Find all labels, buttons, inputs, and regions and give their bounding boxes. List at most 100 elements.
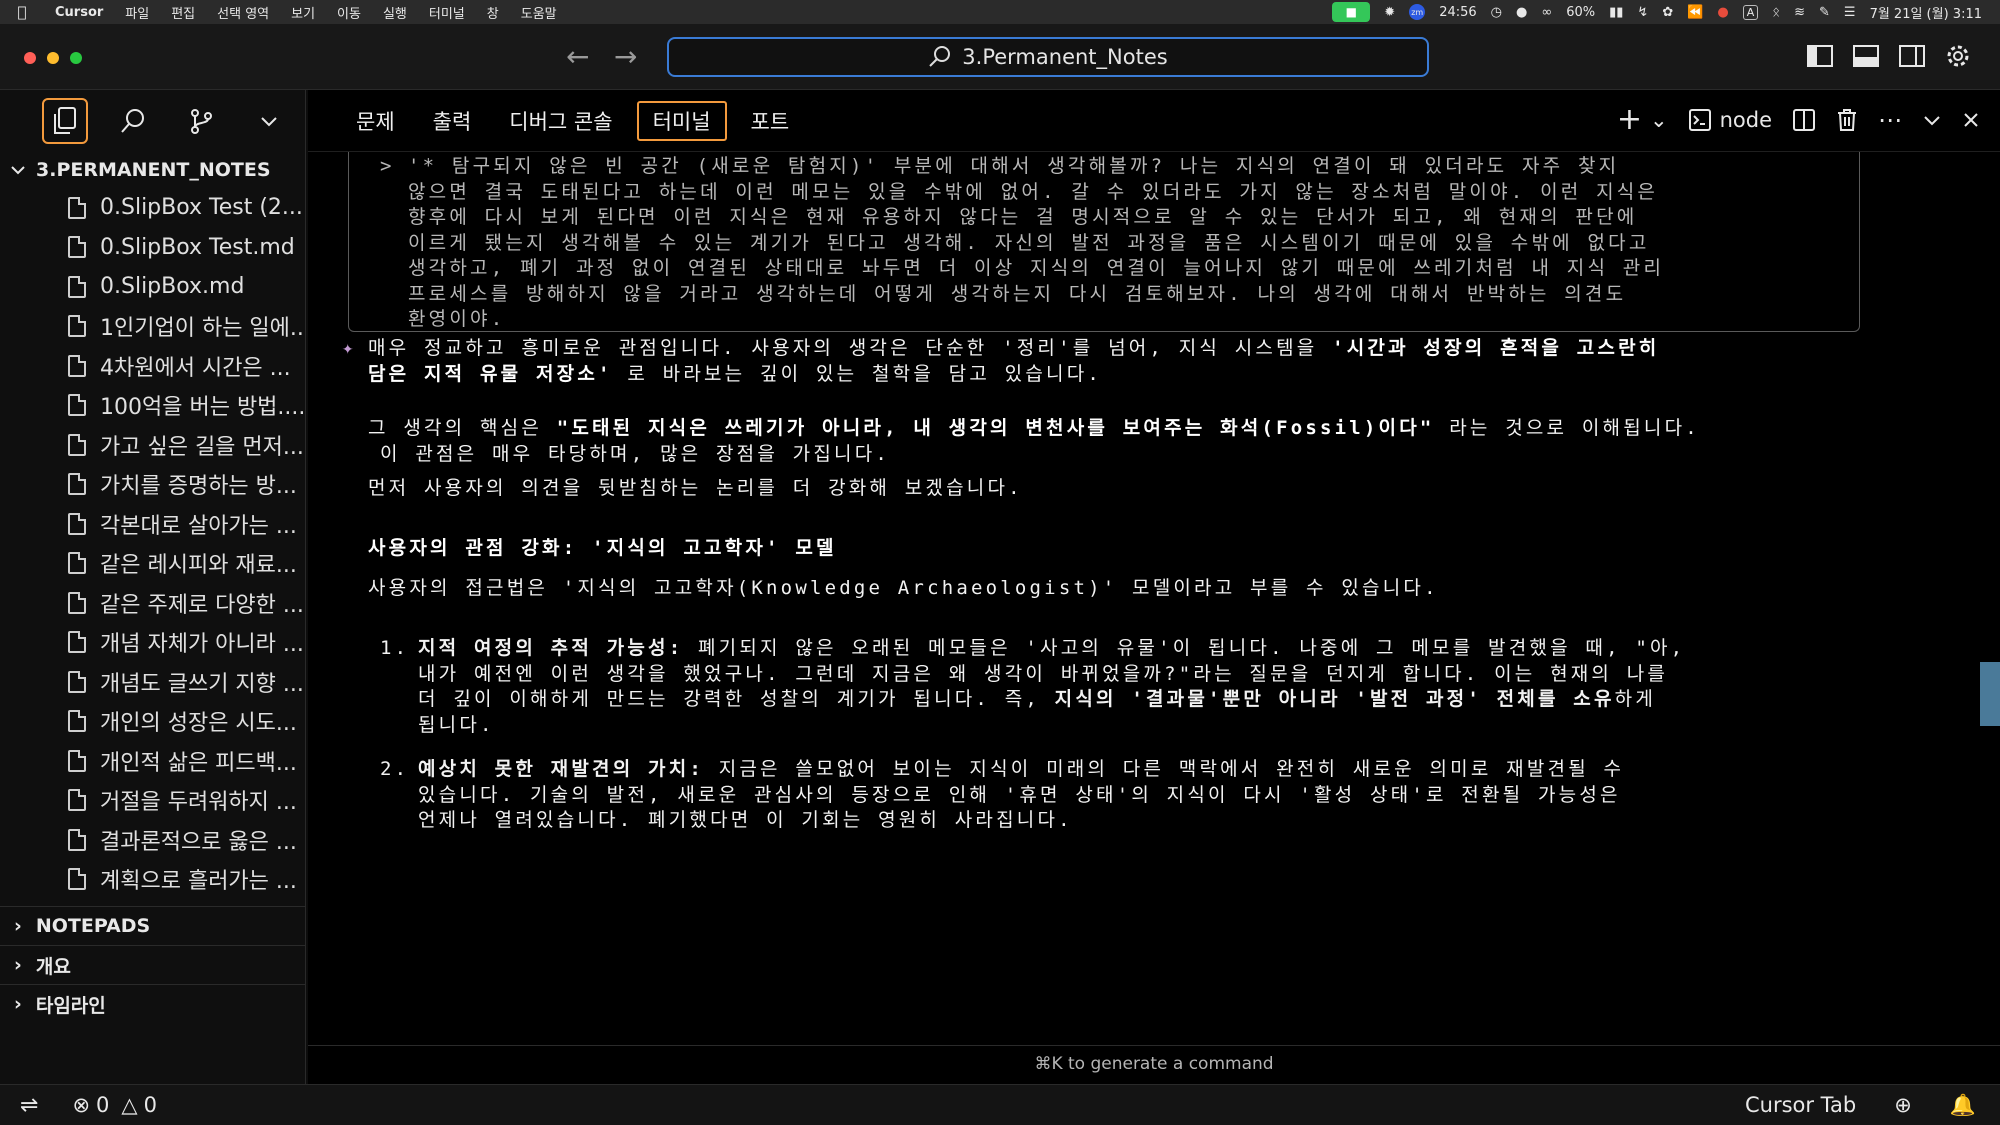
file-item[interactable]: 각본대로 살아가는 ...	[0, 504, 305, 544]
file-icon	[68, 868, 86, 891]
quote-line: 이르게 됐는지 생각해볼 수 있는 계기가 된다고 생각해. 자신의 발전 과정…	[408, 231, 1650, 254]
notifications-bell-icon[interactable]: 🔔	[1950, 1093, 1976, 1118]
file-item[interactable]: 가치를 증명하는 방...	[0, 465, 305, 505]
screen-record-icon[interactable]: ■	[1332, 2, 1371, 22]
file-item[interactable]: 같은 주제로 다양한 ...	[0, 583, 305, 623]
toggle-panel-icon[interactable]	[1852, 42, 1880, 70]
terminal-scrollbar[interactable]	[1980, 662, 2000, 726]
tab-problems[interactable]: 문제	[342, 101, 409, 141]
quote-line: 프로세스를 방해하지 않을 거라고 생각하는데 어떻게 생각하는지 다시 검토해…	[408, 282, 1627, 305]
file-name: 각본대로 살아가는 ...	[100, 513, 297, 539]
menu-go[interactable]: 이동	[326, 3, 372, 22]
section-timeline[interactable]: › 타임라인	[0, 984, 305, 1023]
more-actions-icon[interactable]: ⋯	[1878, 106, 1902, 134]
tab-ports[interactable]: 포트	[737, 101, 804, 141]
search-icon	[121, 109, 144, 133]
timer-icon[interactable]: ◷	[1491, 5, 1502, 20]
menu-edit[interactable]: 편집	[160, 3, 206, 22]
file-item[interactable]: 개념 자체가 아니라 ...	[0, 623, 305, 663]
minimize-window-button[interactable]	[47, 52, 59, 64]
menu-window[interactable]: 창	[476, 3, 510, 22]
menubar-date: 7월 21일 (월) 3:11	[1869, 6, 1982, 22]
close-panel-icon[interactable]	[1962, 111, 1980, 129]
tab-terminal[interactable]: 터미널	[636, 100, 727, 141]
zoom-icon[interactable]: zm	[1409, 4, 1426, 20]
maximize-panel-chevron-icon[interactable]	[1922, 113, 1942, 127]
file-item[interactable]: 거절을 두려워하지 ...	[0, 781, 305, 821]
apple-menu-icon[interactable]: 	[0, 3, 44, 21]
openai-icon[interactable]: ✿	[1662, 5, 1673, 20]
settings-gear-icon[interactable]	[1944, 42, 1972, 70]
tab-output[interactable]: 출력	[419, 101, 486, 141]
wifi-icon[interactable]: ≋	[1794, 5, 1805, 20]
file-item[interactable]: 0.SlipBox Test (2...	[0, 188, 305, 228]
folder-header[interactable]: 3.PERMANENT_NOTES	[0, 152, 305, 188]
section-outline[interactable]: › 개요	[0, 945, 305, 984]
zoom-in-icon[interactable]: ⊕	[1894, 1093, 1912, 1117]
toggle-secondary-sidebar-icon[interactable]	[1898, 42, 1926, 70]
search-tab[interactable]	[110, 98, 156, 144]
rewind-icon[interactable]: ⏪	[1687, 5, 1703, 20]
new-terminal-button[interactable]: + ⌄	[1617, 102, 1668, 137]
link-icon[interactable]: ∞	[1541, 5, 1552, 20]
toggle-primary-sidebar-icon[interactable]	[1806, 42, 1834, 70]
explorer-tab[interactable]	[42, 98, 88, 144]
back-arrow-icon[interactable]: ←	[566, 42, 589, 72]
menu-help[interactable]: 도움말	[510, 3, 568, 22]
file-item[interactable]: 0.SlipBox.md	[0, 267, 305, 307]
file-item[interactable]: 가고 싶은 길을 먼저...	[0, 425, 305, 465]
menu-app-name[interactable]: Cursor	[44, 5, 114, 20]
close-window-button[interactable]	[24, 52, 36, 64]
forward-arrow-icon[interactable]: →	[614, 42, 637, 72]
command-center-search[interactable]: 3.Permanent_Notes	[667, 37, 1429, 77]
panel-actions: + ⌄ node ⋯	[1617, 102, 1980, 137]
file-item[interactable]: 1인기업이 하는 일에...	[0, 307, 305, 347]
tab-debug-console[interactable]: 디버그 콘솔	[495, 101, 626, 141]
record-icon[interactable]: ●	[1717, 5, 1728, 20]
file-item[interactable]: 계획으로 흘러가는 ...	[0, 860, 305, 900]
menu-view[interactable]: 보기	[280, 3, 326, 22]
file-item[interactable]: 계획은 뜻한대로 되...	[0, 899, 305, 906]
response-paragraph-2: 그 생각의 핵심은 "도태된 지식은 쓰레기가 아니라, 내 생각의 변천사를 …	[368, 416, 1972, 467]
menu-terminal[interactable]: 터미널	[418, 3, 476, 22]
terminal-selector[interactable]: node	[1688, 108, 1772, 132]
bluetooth-icon[interactable]: ᛟ	[1772, 5, 1780, 20]
lightning-icon[interactable]: ↯	[1637, 5, 1648, 20]
more-views-dropdown[interactable]	[246, 98, 292, 144]
terminal-output[interactable]: > '* 탐구되지 않은 빈 공간 (새로운 탐험지)' 부분에 대해서 생각해…	[308, 152, 1972, 1038]
menu-file[interactable]: 파일	[114, 3, 160, 22]
menu-run[interactable]: 실행	[372, 3, 418, 22]
problems-indicator[interactable]: ⊗ 0 △ 0	[72, 1093, 157, 1117]
list-item-2: 예상치 못한 재발견의 가치: 지금은 쓸모없어 보이는 지식이 미래의 다른 …	[418, 757, 1972, 834]
section-notepads[interactable]: › NOTEPADS	[0, 906, 305, 945]
file-item[interactable]: 개념도 글쓰기 지향 ...	[0, 662, 305, 702]
file-item[interactable]: 개인의 성장은 시도...	[0, 702, 305, 742]
focus-icon[interactable]: ✎	[1819, 5, 1830, 20]
file-icon	[68, 749, 86, 772]
brightness-icon[interactable]: ✹	[1384, 5, 1395, 20]
file-item[interactable]: 4차원에서 시간은 ...	[0, 346, 305, 386]
file-item[interactable]: 같은 레시피와 재료...	[0, 544, 305, 584]
quote-line: '* 탐구되지 않은 빈 공간 (새로운 탐험지)' 부분에 대해서 생각해볼까…	[408, 155, 1620, 177]
source-control-tab[interactable]	[178, 98, 224, 144]
control-center-icon[interactable]: ☰	[1844, 5, 1856, 20]
warning-icon: △	[121, 1093, 138, 1117]
command-generate-hint[interactable]: ⌘K to generate a command	[308, 1045, 2000, 1082]
grammarly-icon[interactable]: ●	[1516, 5, 1527, 20]
remote-indicator[interactable]: ⇌	[20, 1093, 38, 1118]
zoom-window-button[interactable]	[70, 52, 82, 64]
cursor-tab-status[interactable]: Cursor Tab	[1745, 1093, 1856, 1117]
file-item[interactable]: 100억을 버는 방법....	[0, 386, 305, 426]
file-item[interactable]: 개인적 삶은 피드백...	[0, 741, 305, 781]
menu-selection[interactable]: 선택 영역	[206, 3, 280, 22]
file-item[interactable]: 0.SlipBox Test.md	[0, 228, 305, 268]
file-item[interactable]: 결과론적으로 옳은 ...	[0, 820, 305, 860]
input-source-indicator[interactable]: A	[1742, 4, 1759, 20]
file-name: 같은 레시피와 재료...	[100, 553, 297, 579]
quoted-prompt-text: '* 탐구되지 않은 빈 공간 (새로운 탐험지)' 부분에 대해서 생각해볼까…	[408, 154, 1878, 333]
trash-icon[interactable]	[1836, 108, 1858, 132]
battery-icon[interactable]: ▮▮	[1609, 5, 1623, 20]
split-terminal-icon[interactable]	[1792, 108, 1816, 132]
file-icon	[68, 710, 86, 733]
section-notepads-label: NOTEPADS	[35, 915, 151, 937]
